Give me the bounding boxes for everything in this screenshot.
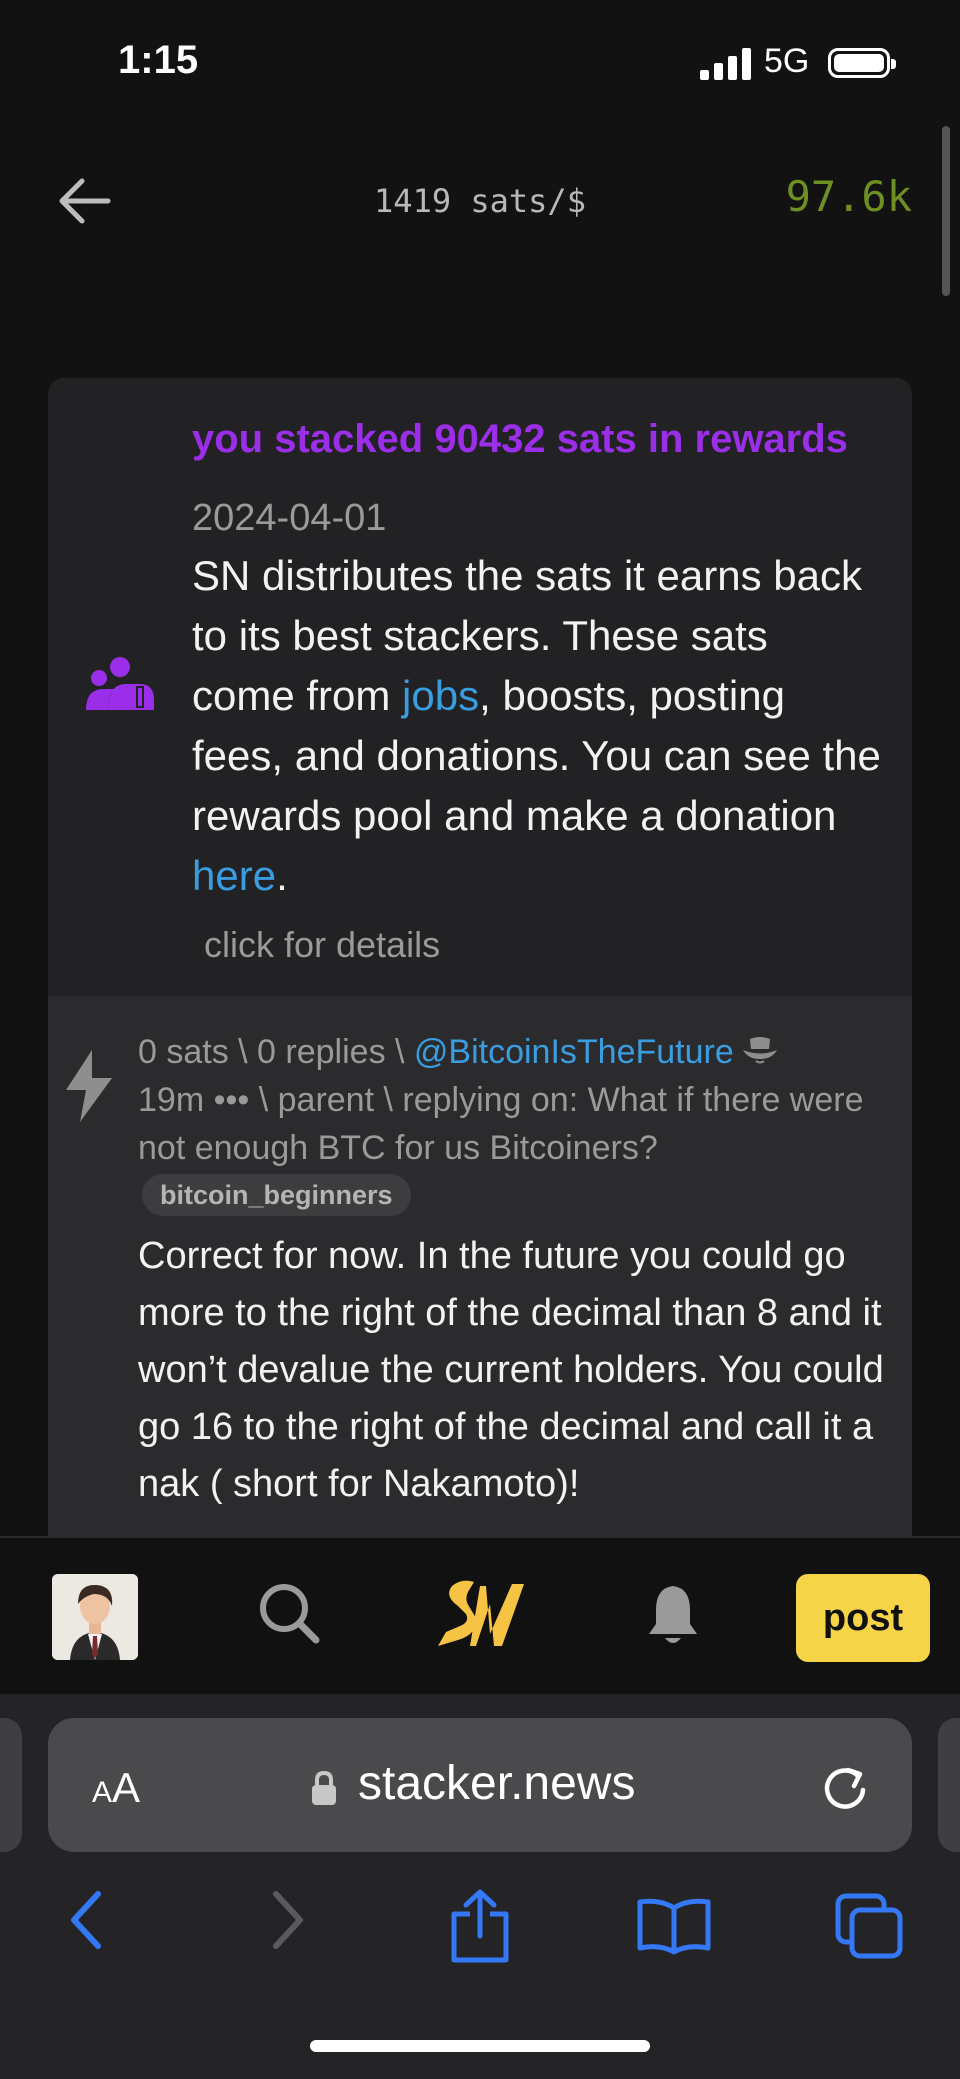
comment-author-link[interactable]: @BitcoinIsTheFuture — [414, 1033, 734, 1071]
lock-icon — [312, 1770, 336, 1805]
battery-icon — [828, 48, 896, 78]
comment-text: Correct for now. In the future you could… — [138, 1235, 884, 1505]
next-tab-pill[interactable] — [938, 1718, 960, 1852]
reward-title[interactable]: you stacked 90432 sats in rewards 2024-0… — [192, 400, 872, 557]
status-time: 1:15 — [118, 38, 199, 82]
chevron-right-icon[interactable] — [268, 1890, 308, 1950]
bolt-icon[interactable] — [62, 1048, 116, 1124]
post-button[interactable]: post — [796, 1574, 930, 1662]
share-icon[interactable] — [448, 1888, 512, 1964]
wallet-balance[interactable]: 97.6k — [786, 172, 912, 221]
reload-icon[interactable] — [820, 1764, 870, 1814]
reward-title-text[interactable]: you stacked 90432 sats in rewards — [192, 417, 848, 461]
network-label: 5G — [764, 42, 810, 80]
avatar-image — [52, 1574, 138, 1660]
users-icon — [86, 657, 154, 710]
sub-tag[interactable]: bitcoin_beginners — [142, 1174, 411, 1216]
jobs-link[interactable]: jobs — [402, 672, 479, 719]
comment-time-parent[interactable]: 19m ••• \ parent \ replying on: What if … — [138, 1081, 864, 1167]
aa-large: A — [112, 1764, 141, 1811]
signal-icon — [700, 48, 751, 80]
cowboy-hat-icon — [742, 1037, 777, 1064]
chevron-left-icon[interactable] — [66, 1890, 106, 1950]
comment-meta: 0 sats \ 0 replies \ @BitcoinIsTheFuture… — [138, 1028, 878, 1172]
reader-options-button[interactable]: AA — [92, 1764, 140, 1812]
previous-tab-pill[interactable] — [0, 1718, 22, 1852]
home-indicator — [310, 2040, 650, 2052]
aa-small: A — [92, 1776, 113, 1809]
comment-stats: 0 sats \ 0 replies \ — [138, 1033, 414, 1071]
bookmarks-icon[interactable] — [636, 1896, 712, 1956]
tabs-icon[interactable] — [834, 1892, 904, 1960]
sn-logo-icon[interactable] — [430, 1574, 530, 1656]
avatar[interactable] — [52, 1574, 138, 1660]
reward-date: 2024-04-01 — [192, 497, 387, 539]
url-text[interactable]: stacker.news — [358, 1756, 635, 1811]
reward-description: SN distributes the sats it earns back to… — [192, 546, 882, 906]
donation-link[interactable]: here — [192, 852, 276, 899]
click-for-details-link[interactable]: click for details — [204, 924, 440, 966]
bell-icon[interactable] — [646, 1582, 700, 1648]
reward-body-text-3: . — [276, 852, 288, 899]
search-icon[interactable] — [256, 1580, 322, 1646]
